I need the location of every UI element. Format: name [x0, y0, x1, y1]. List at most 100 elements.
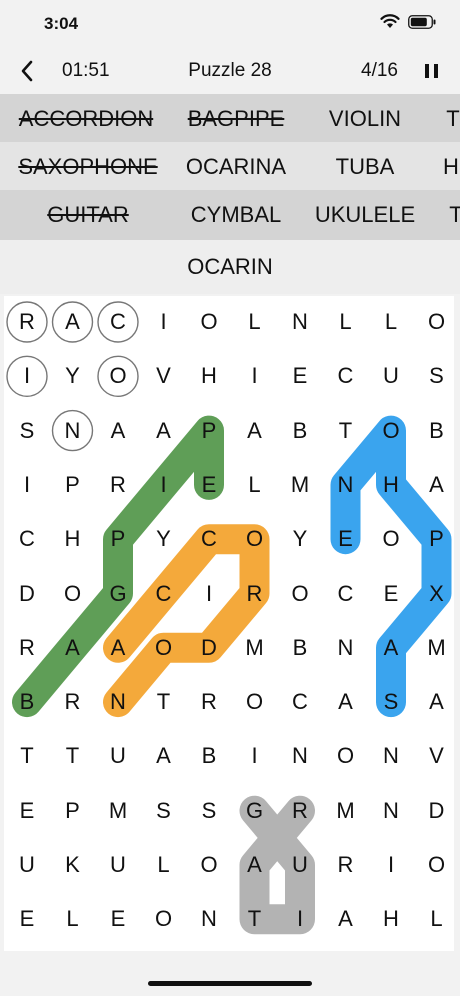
grid-letter[interactable]: M [280, 465, 320, 505]
grid-letter[interactable]: B [7, 682, 47, 722]
grid-letter[interactable]: O [144, 899, 184, 939]
grid-letter[interactable]: S [7, 411, 47, 451]
grid-letter[interactable]: I [189, 574, 229, 614]
grid-letter[interactable]: N [189, 899, 229, 939]
grid-letter[interactable]: N [280, 302, 320, 342]
grid-letter[interactable]: P [98, 519, 138, 559]
grid-letter[interactable]: C [326, 356, 366, 396]
grid-letter[interactable]: R [98, 465, 138, 505]
grid-letter[interactable]: H [53, 519, 93, 559]
pause-button[interactable] [420, 60, 442, 82]
grid-letter[interactable]: O [371, 519, 411, 559]
grid-letter[interactable]: O [98, 356, 138, 396]
grid-letter[interactable]: A [53, 628, 93, 668]
grid-letter[interactable]: Y [53, 356, 93, 396]
grid-letter[interactable]: B [189, 736, 229, 776]
grid-letter[interactable]: L [235, 465, 275, 505]
grid-letter[interactable]: S [144, 791, 184, 831]
grid-letter[interactable]: M [326, 791, 366, 831]
grid-letter[interactable]: E [98, 899, 138, 939]
grid-letter[interactable]: R [53, 682, 93, 722]
grid-letter[interactable]: E [7, 899, 47, 939]
grid-letter[interactable]: R [235, 574, 275, 614]
letter-grid[interactable]: RACIOLNLLOIYOVHIECUSSNAAPABTOBIPRIELMNHA… [4, 296, 454, 951]
grid-letter[interactable]: R [326, 845, 366, 885]
grid-letter[interactable]: G [98, 574, 138, 614]
grid-letter[interactable]: I [280, 899, 320, 939]
grid-letter[interactable]: O [235, 682, 275, 722]
grid-letter[interactable]: N [326, 628, 366, 668]
grid-letter[interactable]: A [326, 899, 366, 939]
grid-letter[interactable]: O [235, 519, 275, 559]
grid-letter[interactable]: B [280, 411, 320, 451]
grid-letter[interactable]: V [144, 356, 184, 396]
grid-letter[interactable]: U [98, 845, 138, 885]
grid-letter[interactable]: N [53, 411, 93, 451]
grid-letter[interactable]: M [98, 791, 138, 831]
grid-letter[interactable]: C [7, 519, 47, 559]
grid-letter[interactable]: E [7, 791, 47, 831]
grid-letter[interactable]: P [53, 465, 93, 505]
grid-letter[interactable]: H [371, 899, 411, 939]
grid-letter[interactable]: C [280, 682, 320, 722]
grid-letter[interactable]: A [98, 411, 138, 451]
grid-letter[interactable]: A [417, 682, 457, 722]
grid-letter[interactable]: N [280, 736, 320, 776]
grid-letter[interactable]: O [144, 628, 184, 668]
grid-letter[interactable]: I [7, 465, 47, 505]
grid-letter[interactable]: S [189, 791, 229, 831]
grid-letter[interactable]: I [7, 356, 47, 396]
grid-letter[interactable]: L [235, 302, 275, 342]
grid-letter[interactable]: E [280, 356, 320, 396]
grid-letter[interactable]: R [7, 302, 47, 342]
grid-letter[interactable]: N [98, 682, 138, 722]
grid-letter[interactable]: M [417, 628, 457, 668]
grid-letter[interactable]: R [189, 682, 229, 722]
grid-letter[interactable]: D [7, 574, 47, 614]
grid-letter[interactable]: L [144, 845, 184, 885]
grid-letter[interactable]: U [280, 845, 320, 885]
grid-letter[interactable]: T [53, 736, 93, 776]
grid-letter[interactable]: O [53, 574, 93, 614]
grid-letter[interactable]: K [53, 845, 93, 885]
grid-letter[interactable]: B [280, 628, 320, 668]
grid-letter[interactable]: C [189, 519, 229, 559]
grid-letter[interactable]: A [235, 411, 275, 451]
grid-letter[interactable]: A [371, 628, 411, 668]
grid-letter[interactable]: O [189, 845, 229, 885]
grid-letter[interactable]: E [326, 519, 366, 559]
grid-letter[interactable]: U [7, 845, 47, 885]
grid-letter[interactable]: P [53, 791, 93, 831]
grid-letter[interactable]: I [144, 465, 184, 505]
grid-letter[interactable]: X [417, 574, 457, 614]
grid-letter[interactable]: O [280, 574, 320, 614]
grid-letter[interactable]: C [326, 574, 366, 614]
grid-letter[interactable]: L [371, 302, 411, 342]
grid-letter[interactable]: C [144, 574, 184, 614]
grid-letter[interactable]: L [417, 899, 457, 939]
grid-letter[interactable]: S [417, 356, 457, 396]
grid-letter[interactable]: N [371, 736, 411, 776]
grid-letter[interactable]: B [417, 411, 457, 451]
grid-letter[interactable]: O [326, 736, 366, 776]
grid-letter[interactable]: H [371, 465, 411, 505]
grid-letter[interactable]: O [417, 845, 457, 885]
grid-letter[interactable]: R [280, 791, 320, 831]
grid-letter[interactable]: A [144, 736, 184, 776]
grid-letter[interactable]: L [53, 899, 93, 939]
grid-letter[interactable]: T [326, 411, 366, 451]
grid-letter[interactable]: T [7, 736, 47, 776]
grid-letter[interactable]: U [98, 736, 138, 776]
grid-letter[interactable]: A [144, 411, 184, 451]
grid-letter[interactable]: P [189, 411, 229, 451]
grid-letter[interactable]: U [371, 356, 411, 396]
grid-letter[interactable]: O [371, 411, 411, 451]
grid-letter[interactable]: P [417, 519, 457, 559]
grid-letter[interactable]: D [189, 628, 229, 668]
grid-letter[interactable]: O [417, 302, 457, 342]
grid-letter[interactable]: A [417, 465, 457, 505]
grid-letter[interactable]: R [7, 628, 47, 668]
grid-letter[interactable]: E [189, 465, 229, 505]
grid-letter[interactable]: H [189, 356, 229, 396]
grid-letter[interactable]: I [235, 736, 275, 776]
